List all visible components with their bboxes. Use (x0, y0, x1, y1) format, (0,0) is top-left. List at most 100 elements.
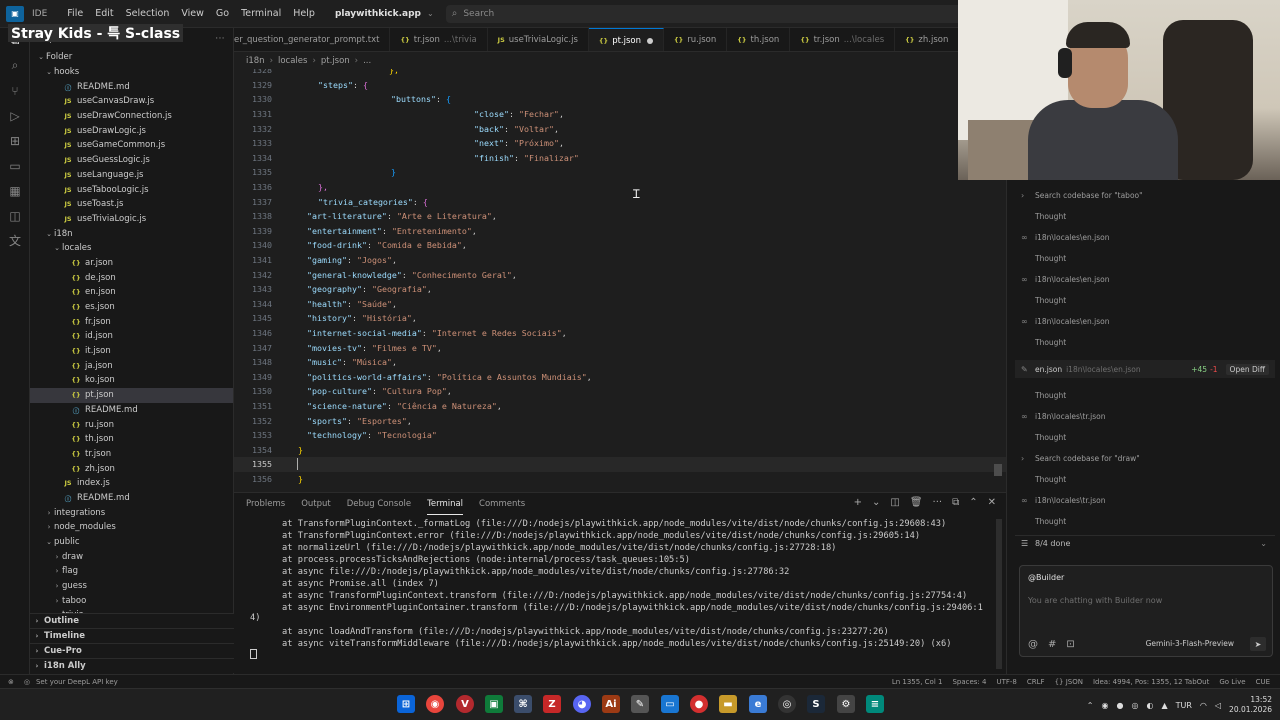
thought-row[interactable]: Thought (1021, 388, 1271, 402)
status-item[interactable]: {} JSON (1055, 678, 1083, 686)
status-item[interactable]: Spaces: 4 (952, 678, 986, 686)
code-line[interactable]: 1346 "internet-social-media": "Internet e… (234, 326, 1006, 341)
code-line[interactable]: 1354} (234, 443, 1006, 458)
grid-icon[interactable]: ▦ (0, 178, 30, 203)
code-line[interactable]: 1345 "history": "História", (234, 311, 1006, 326)
terminal-line[interactable]: at async viteTransformMiddleware (file:/… (282, 639, 951, 649)
terminal-line[interactable]: at normalizeUrl (file:///D:/nodejs/playw… (282, 543, 836, 553)
chevron-down-icon[interactable]: ⌄ (872, 497, 880, 508)
hash-icon[interactable]: # (1048, 639, 1056, 650)
settings-app-icon[interactable]: ⚙ (837, 695, 855, 713)
terminal-line[interactable]: at async TransformPluginContext.transfor… (282, 591, 967, 601)
chevron-down-icon[interactable]: ⌄ (427, 9, 434, 18)
mention-icon[interactable]: @ (1028, 639, 1038, 650)
folder-row[interactable]: › flag (30, 564, 233, 579)
code-line[interactable]: 1333 "next": "Próximo", (234, 136, 1006, 151)
terminal-line[interactable]: at process.processTicksAndRejections (no… (282, 555, 690, 565)
chat-input-placeholder[interactable]: You are chatting with Builder now (1028, 596, 1162, 605)
file-row[interactable]: ⓘ README.md (30, 403, 233, 418)
breadcrumb-item[interactable]: i18n (246, 56, 265, 66)
wifi-icon[interactable]: ◠ (1200, 701, 1207, 710)
vscode-icon[interactable]: ⌘ (514, 695, 532, 713)
search-step-row[interactable]: › Search codebase for "draw" (1021, 451, 1271, 465)
editor-tab[interactable]: {} zh.json (895, 28, 960, 51)
folder-row[interactable]: › integrations (30, 505, 233, 520)
editor-tab[interactable]: {} th.json (727, 28, 791, 51)
code-line[interactable]: 1330 "buttons": { (234, 92, 1006, 107)
more-actions-icon[interactable]: ··· (933, 497, 943, 508)
file-row[interactable]: {} zh.json (30, 461, 233, 476)
code-editor[interactable]: 1328}, 1329 "steps": {1330 "buttons": {1331… (234, 69, 1006, 487)
edge-icon[interactable]: e (749, 695, 767, 713)
extensions-icon[interactable]: ⊞ (0, 128, 30, 153)
status-item[interactable]: CUE (1256, 678, 1270, 686)
terminal-line[interactable]: at TransformPluginContext._formatLog (fi… (282, 519, 946, 529)
terminal-scrollbar[interactable] (996, 519, 1002, 669)
terminal-line[interactable]: at async Promise.all (index 7) (282, 579, 439, 589)
vivaldi-icon[interactable]: V (456, 695, 474, 713)
code-line[interactable]: 1329 "steps": { (234, 78, 1006, 93)
code-line[interactable]: 1337 "trivia_categories": { (234, 194, 1006, 209)
folder-icon[interactable]: ▬ (719, 695, 737, 713)
file-row[interactable]: {} ko.json (30, 373, 233, 388)
thought-row[interactable]: Thought (1021, 335, 1271, 349)
tray-app-icon[interactable]: ▲ (1161, 701, 1167, 710)
file-row[interactable]: {} ru.json (30, 417, 233, 432)
language-indicator[interactable]: TUR (1176, 701, 1192, 710)
clock[interactable]: 13:52 20.01.2026 (1229, 695, 1272, 715)
menu-item-selection[interactable]: Selection (120, 8, 176, 19)
file-row[interactable]: JS useGuessLogic.js (30, 153, 233, 168)
tray-app-icon[interactable]: ● (1116, 701, 1123, 710)
file-row[interactable]: {} ar.json (30, 256, 233, 271)
terminal-line[interactable]: at async EnvironmentPluginContainer.tran… (282, 603, 983, 613)
file-row[interactable]: JS useTriviaLogic.js (30, 212, 233, 227)
run-debug-icon[interactable]: ▷ (0, 103, 30, 128)
panel-tab-comments[interactable]: Comments (479, 493, 525, 515)
windows-start-icon[interactable]: ⊞ (397, 695, 415, 713)
code-line[interactable]: 1332 "back": "Voltar", (234, 121, 1006, 136)
status-item[interactable]: CRLF (1027, 678, 1045, 686)
thought-row[interactable]: Thought (1021, 251, 1271, 265)
translate-icon[interactable]: 文 (0, 228, 30, 253)
layout-icon[interactable]: ⧉ (952, 497, 959, 508)
editor-scrollbar-thumb[interactable] (994, 464, 1002, 476)
ide-icon[interactable]: ▣ (485, 695, 503, 713)
project-name[interactable]: playwithkick.app (335, 9, 421, 19)
remote-status-icon[interactable]: ⊗ (8, 678, 14, 686)
code-line[interactable]: 1348 "music": "Música", (234, 355, 1006, 370)
filezilla-icon[interactable]: Z (543, 695, 561, 713)
tray-app-icon[interactable]: ◎ (1131, 701, 1138, 710)
add-terminal-icon[interactable]: + (854, 497, 862, 508)
chat-input-box[interactable]: @Builder You are chatting with Builder n… (1019, 565, 1273, 657)
code-line[interactable]: 1338 "art-literature": "Arte e Literatura… (234, 209, 1006, 224)
breadcrumb-item[interactable]: pt.json (321, 56, 350, 66)
folder-row[interactable]: › guess (30, 579, 233, 594)
model-selector[interactable]: Gemini-3-Flash-Preview (1146, 639, 1234, 648)
menu-item-view[interactable]: View (175, 8, 210, 19)
code-line[interactable]: 1350 "pop-culture": "Cultura Pop", (234, 384, 1006, 399)
split-terminal-icon[interactable]: ◫ (890, 497, 899, 508)
todo-progress[interactable]: ☰ 8/4 done ⌄ (1015, 535, 1275, 551)
steam-icon[interactable]: S (807, 695, 825, 713)
search-icon[interactable]: ⌕ (0, 53, 30, 78)
file-row[interactable]: {} pt.json (30, 387, 233, 403)
chrome-icon[interactable]: ◉ (426, 695, 444, 713)
code-line[interactable]: 1356} (234, 472, 1006, 487)
source-control-icon[interactable]: ⑂ (0, 78, 30, 103)
status-item[interactable]: Ln 1355, Col 1 (892, 678, 943, 686)
file-row[interactable]: {} fr.json (30, 314, 233, 329)
status-item[interactable]: Go Live (1219, 678, 1245, 686)
status-item[interactable]: UTF-8 (996, 678, 1016, 686)
panel-tab-terminal[interactable]: Terminal (427, 493, 464, 515)
thought-row[interactable]: Thought (1021, 430, 1271, 444)
editor-tab[interactable]: er_question_generator_prompt.txt (234, 28, 391, 51)
file-row[interactable]: ⓘ README.md (30, 491, 233, 506)
chevron-down-icon[interactable]: ⌄ (1260, 539, 1267, 548)
file-row[interactable]: JS useLanguage.js (30, 168, 233, 183)
code-line[interactable]: 1343 "geography": "Geografia", (234, 282, 1006, 297)
terminal-app-icon[interactable]: ▭ (661, 695, 679, 713)
tray-app-icon[interactable]: ◉ (1102, 701, 1109, 710)
file-row[interactable]: JS useTabooLogic.js (30, 182, 233, 197)
folder-row[interactable]: › taboo (30, 593, 233, 608)
file-row[interactable]: JS useDrawConnection.js (30, 109, 233, 124)
